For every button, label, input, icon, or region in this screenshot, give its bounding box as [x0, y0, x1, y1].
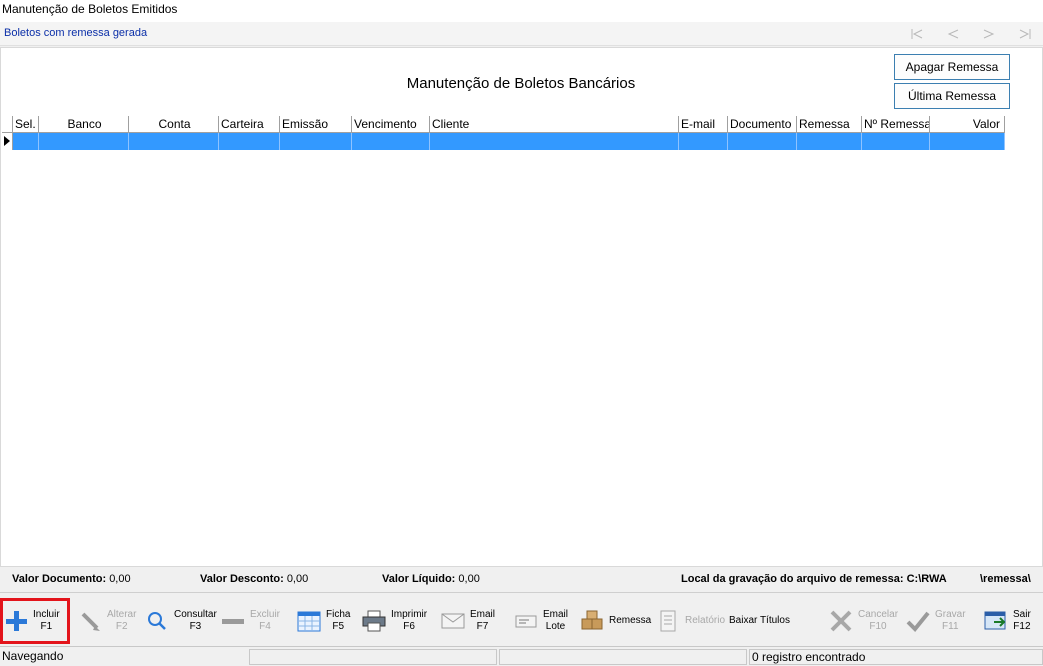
excluir-button[interactable]: Excluir F4 — [220, 598, 280, 644]
sub-header: Boletos com remessa gerada — [0, 22, 1043, 46]
column-header[interactable]: E-mail — [679, 116, 728, 133]
remessa-button[interactable]: Remessa — [579, 598, 651, 644]
calendar-icon — [296, 608, 322, 634]
email-button[interactable]: Email F7 — [440, 598, 495, 644]
envelope-icon — [440, 608, 466, 634]
baixar-titulos-button[interactable]: Baixar Títulos — [729, 598, 790, 644]
printer-icon — [361, 608, 387, 634]
cancel-x-icon — [828, 608, 854, 634]
column-header[interactable]: Vencimento — [352, 116, 430, 133]
valor-desconto: Valor Desconto: 0,00 — [200, 573, 309, 585]
row-pointer-icon — [4, 136, 10, 146]
status-mode: Navegando — [2, 649, 64, 663]
sair-button[interactable]: Sair F12 — [983, 598, 1031, 644]
ultima-remessa-button[interactable]: Última Remessa — [894, 83, 1010, 109]
grid-header: Sel. Banco Conta Carteira Emissão Vencim… — [2, 116, 1005, 133]
incluir-button[interactable]: Incluir F1 — [0, 598, 70, 644]
table-cell[interactable] — [930, 133, 1005, 150]
valor-documento: Valor Documento: 0,00 — [12, 573, 131, 585]
status-panel — [499, 649, 747, 665]
remessa-path-label: Local da gravação do arquivo de remessa:… — [681, 573, 947, 585]
status-panel — [249, 649, 497, 665]
table-cell[interactable] — [797, 133, 862, 150]
column-header[interactable]: Nº Remessa — [862, 116, 930, 133]
boxes-icon — [579, 608, 605, 634]
status-bar: Navegando 0 registro encontrado — [0, 646, 1043, 666]
table-cell[interactable] — [39, 133, 129, 150]
email-list-icon — [513, 608, 539, 634]
totals-bar: Valor Documento: 0,00 Valor Desconto: 0,… — [0, 567, 1043, 593]
table-cell[interactable] — [862, 133, 930, 150]
first-icon[interactable] — [907, 26, 927, 42]
remessa-path-suffix: \remessa\ — [980, 573, 1031, 585]
column-header[interactable]: Banco — [39, 116, 129, 133]
column-header[interactable]: Emissão — [280, 116, 352, 133]
relatorio-button[interactable]: Relatório — [655, 598, 725, 644]
column-header[interactable]: Cliente — [430, 116, 679, 133]
alterar-button[interactable]: Alterar F2 — [77, 598, 136, 644]
ficha-button[interactable]: Ficha F5 — [296, 598, 350, 644]
main-panel: Manutenção de Boletos Bancários Apagar R… — [0, 47, 1043, 567]
table-cell[interactable] — [352, 133, 430, 150]
table-cell[interactable] — [280, 133, 352, 150]
column-header[interactable]: Sel. — [13, 116, 39, 133]
pencil-icon — [77, 608, 103, 634]
column-header[interactable]: Documento — [728, 116, 797, 133]
search-icon — [144, 608, 170, 634]
report-icon — [655, 608, 681, 634]
last-icon[interactable] — [1015, 26, 1035, 42]
table-cell[interactable] — [219, 133, 280, 150]
plus-icon — [3, 608, 29, 634]
gravar-button[interactable]: Gravar F11 — [905, 598, 966, 644]
window-title: Manutenção de Boletos Emitidos — [0, 0, 1043, 22]
column-header[interactable]: Valor — [930, 116, 1005, 133]
table-cell[interactable] — [728, 133, 797, 150]
page-title: Manutenção de Boletos Bancários — [406, 75, 636, 92]
imprimir-button[interactable]: Imprimir F6 — [361, 598, 427, 644]
column-header[interactable]: Conta — [129, 116, 219, 133]
table-cell[interactable] — [679, 133, 728, 150]
consultar-button[interactable]: Consultar F3 — [144, 598, 217, 644]
apagar-remessa-button[interactable]: Apagar Remessa — [894, 54, 1010, 80]
cancelar-button[interactable]: Cancelar F10 — [828, 598, 898, 644]
table-cell[interactable] — [13, 133, 39, 150]
valor-liquido: Valor Líquido: 0,00 — [382, 573, 480, 585]
column-header[interactable]: Carteira — [219, 116, 280, 133]
table-cell[interactable] — [430, 133, 679, 150]
exit-icon — [983, 608, 1009, 634]
table-row[interactable] — [2, 133, 1005, 150]
boletos-grid[interactable]: Sel. Banco Conta Carteira Emissão Vencim… — [2, 116, 1005, 150]
table-cell[interactable] — [129, 133, 219, 150]
record-navigator — [907, 26, 1035, 42]
row-indicator — [2, 133, 13, 150]
minus-icon — [220, 608, 246, 634]
next-icon[interactable] — [979, 26, 999, 42]
status-records: 0 registro encontrado — [749, 649, 1043, 665]
subtitle: Boletos com remessa gerada — [4, 27, 148, 39]
action-toolbar: Incluir F1 Alterar F2 Consultar F3 Excluir F… — [0, 598, 1043, 644]
row-indicator-header — [2, 116, 13, 133]
column-header[interactable]: Remessa — [797, 116, 862, 133]
prev-icon[interactable] — [943, 26, 963, 42]
email-lote-button[interactable]: Email Lote — [513, 598, 568, 644]
checkmark-icon — [905, 608, 931, 634]
